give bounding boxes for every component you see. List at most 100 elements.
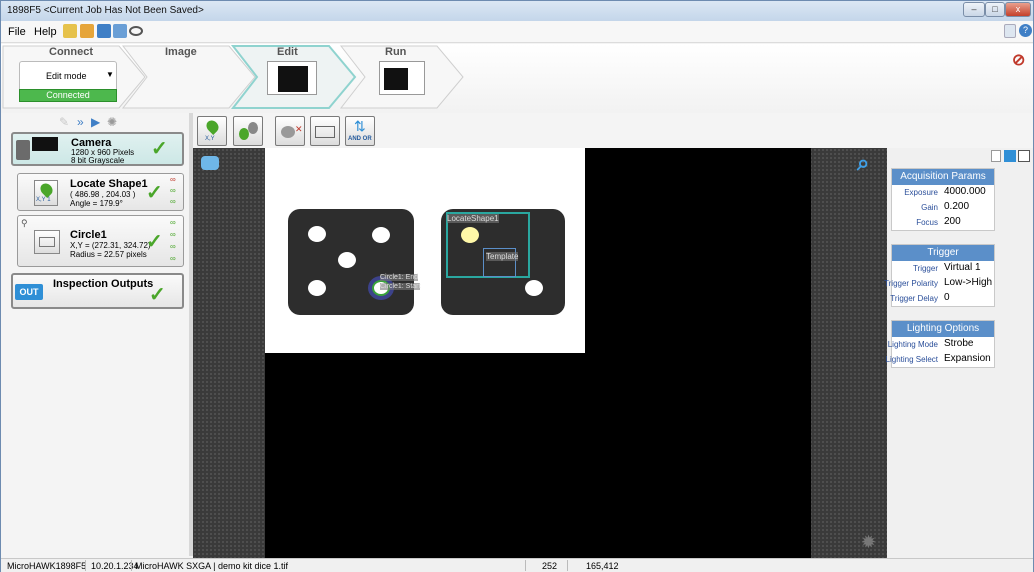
viewer-settings-icon[interactable]: ✹ [861,532,876,553]
circle-start-label: Circle1: Start [380,283,421,290]
count-tool-button[interactable] [233,116,263,146]
param-row-trigger-polarity[interactable]: Trigger Polarity Low->High [884,276,994,291]
link-icon[interactable]: ⊘ [1012,50,1030,69]
link-icon[interactable]: ∞ [170,175,176,184]
chevron-down-icon: ▼ [106,70,114,79]
step-navigation: Connect Image Edit Run Edit mode ▼ Conne… [1,44,1033,113]
tool-name: Locate Shape1 [70,178,148,190]
link-icon[interactable]: ∞ [170,242,176,251]
pass-check-icon: ✓ [146,182,163,204]
link-icon[interactable]: ∞ [170,186,176,195]
tool-detail: ( 486.98 , 204.03 ) [70,190,136,199]
param-row-focus[interactable]: Focus 200 [892,215,994,230]
title-bar: 1898F5 <Current Job Has Not Been Saved> … [1,1,1033,21]
layout-single-icon[interactable] [991,150,1001,162]
acquisition-params-group: Acquisition Params Exposure 4000.000 Gain… [891,168,995,231]
report-icon[interactable] [113,24,127,38]
status-device: MicroHAWK1898F5 [7,561,87,571]
window-title: 1898F5 <Current Job Has Not Been Saved> [7,5,204,16]
link-icon[interactable]: ∞ [170,254,176,263]
app-window: 1898F5 <Current Job Has Not Been Saved> … [0,0,1034,572]
status-file: MicroHAWK SXGA | demo kit dice 1.tif [135,561,289,571]
circle-tool-icon [34,230,60,254]
trigger-group: Trigger Trigger Virtual 1 Trigger Polarit… [884,244,995,307]
layout-stack-icon[interactable] [1018,150,1030,162]
help-icon[interactable]: ? [1019,24,1032,37]
run-thumbnail[interactable] [379,61,425,95]
tool-circle1[interactable]: ⚲ Circle1 X,Y = (272.31, 324.72) Radius … [17,215,184,267]
pencil-icon[interactable]: ✎ [59,115,69,129]
expand-icon[interactable]: » [77,115,84,129]
param-row-trigger-delay[interactable]: Trigger Delay 0 [890,291,994,306]
camera-snapshot-icon[interactable] [201,156,219,170]
layout-split-icon[interactable] [1004,150,1016,162]
status-value-2: 165,412 [586,561,619,571]
camera-icon [16,140,30,160]
template-label: Template [486,252,519,261]
measure-tool-button[interactable] [310,116,340,146]
save-job-icon[interactable] [97,24,111,38]
circle-end-label: Circle1: End [380,274,419,281]
step-image[interactable]: Image [165,46,197,58]
inspection-image[interactable]: LocateShape1 Template Circle1: End Circl… [265,148,811,558]
menu-file[interactable]: File [8,26,26,38]
settings-icon[interactable]: ✺ [107,115,117,129]
tool-list-actions: ✎ » ▶ ✺ [59,115,129,129]
group-header: Trigger [892,245,994,261]
edit-thumbnail[interactable] [267,61,317,95]
step-run[interactable]: Run [385,46,406,58]
step-connect[interactable]: Connect [49,46,93,58]
pin-icon[interactable]: ⚲ [21,218,28,229]
param-row-exposure[interactable]: Exposure 4000.000 [892,185,994,200]
tool-name: Circle1 [70,229,107,241]
mode-select-value: Edit mode [46,71,87,81]
close-button[interactable]: x [1005,2,1031,17]
locate-tool-button[interactable]: X,Y [197,116,227,146]
zoom-search-icon[interactable]: ⌕ [857,150,869,176]
pass-check-icon: ✓ [149,284,166,306]
param-row-gain[interactable]: Gain 0.200 [892,200,994,215]
link-icon[interactable]: ∞ [170,197,176,206]
group-header: Lighting Options [892,321,994,337]
tool-locate-shape1[interactable]: X,Y 1 Locate Shape1 ( 486.98 , 204.03 ) … [17,173,184,211]
tool-name: Inspection Outputs [53,278,154,290]
param-row-lighting-select[interactable]: Lighting Select Expansion [886,352,994,367]
menu-bar: File Help ? [1,21,1033,43]
image-viewer[interactable]: LocateShape1 Template Circle1: End Circl… [193,148,887,558]
locate-label: LocateShape1 [447,214,499,223]
new-job-icon[interactable] [63,24,77,38]
menu-help[interactable]: Help [34,26,57,38]
die-left [288,209,414,315]
group-header: Acquisition Params [892,169,994,185]
param-row-lighting-mode[interactable]: Lighting Mode Strobe [888,337,994,352]
preview-eye-icon[interactable] [129,26,143,36]
tool-detail: Angle = 179.9° [70,199,123,208]
tool-detail: Radius = 22.57 pixels [70,250,147,259]
lighting-options-group: Lighting Options Lighting Mode Strobe Lig… [886,320,995,368]
tool-palette: X,Y ✕ ⇅ AND OR [193,113,1033,149]
tool-inspection-outputs[interactable]: OUT Inspection Outputs ✓ [11,273,184,309]
locate-tool-icon: X,Y 1 [34,180,58,206]
properties-panel: Acquisition Params Exposure 4000.000 Gain… [884,148,1033,558]
pass-check-icon: ✓ [146,231,163,253]
play-icon[interactable]: ▶ [91,115,100,129]
logic-tool-button[interactable]: ⇅ AND OR [345,116,375,146]
pass-check-icon: ✓ [151,138,168,160]
step-edit[interactable]: Edit [277,46,298,58]
panel-toggle-icon[interactable] [1004,24,1016,38]
status-bar: MicroHAWK1898F5 10.20.1.234 MicroHAWK SX… [1,558,1033,572]
presence-tool-button[interactable]: ✕ [275,116,305,146]
minimize-button[interactable]: – [963,2,985,17]
tool-detail: 8 bit Grayscale [71,156,125,165]
open-job-icon[interactable] [80,24,94,38]
tool-camera[interactable]: Camera 1280 x 960 Pixels 8 bit Grayscale… [11,132,184,166]
camera-thumbnail [32,137,58,151]
maximize-button[interactable]: □ [985,2,1005,17]
out-icon: OUT [15,284,43,300]
connection-status: Connected [19,89,117,102]
tool-detail: X,Y = (272.31, 324.72) [70,241,151,250]
link-icon[interactable]: ∞ [170,218,176,227]
param-row-trigger[interactable]: Trigger Virtual 1 [892,261,994,276]
link-icon[interactable]: ∞ [170,230,176,239]
status-value-1: 252 [542,561,558,571]
